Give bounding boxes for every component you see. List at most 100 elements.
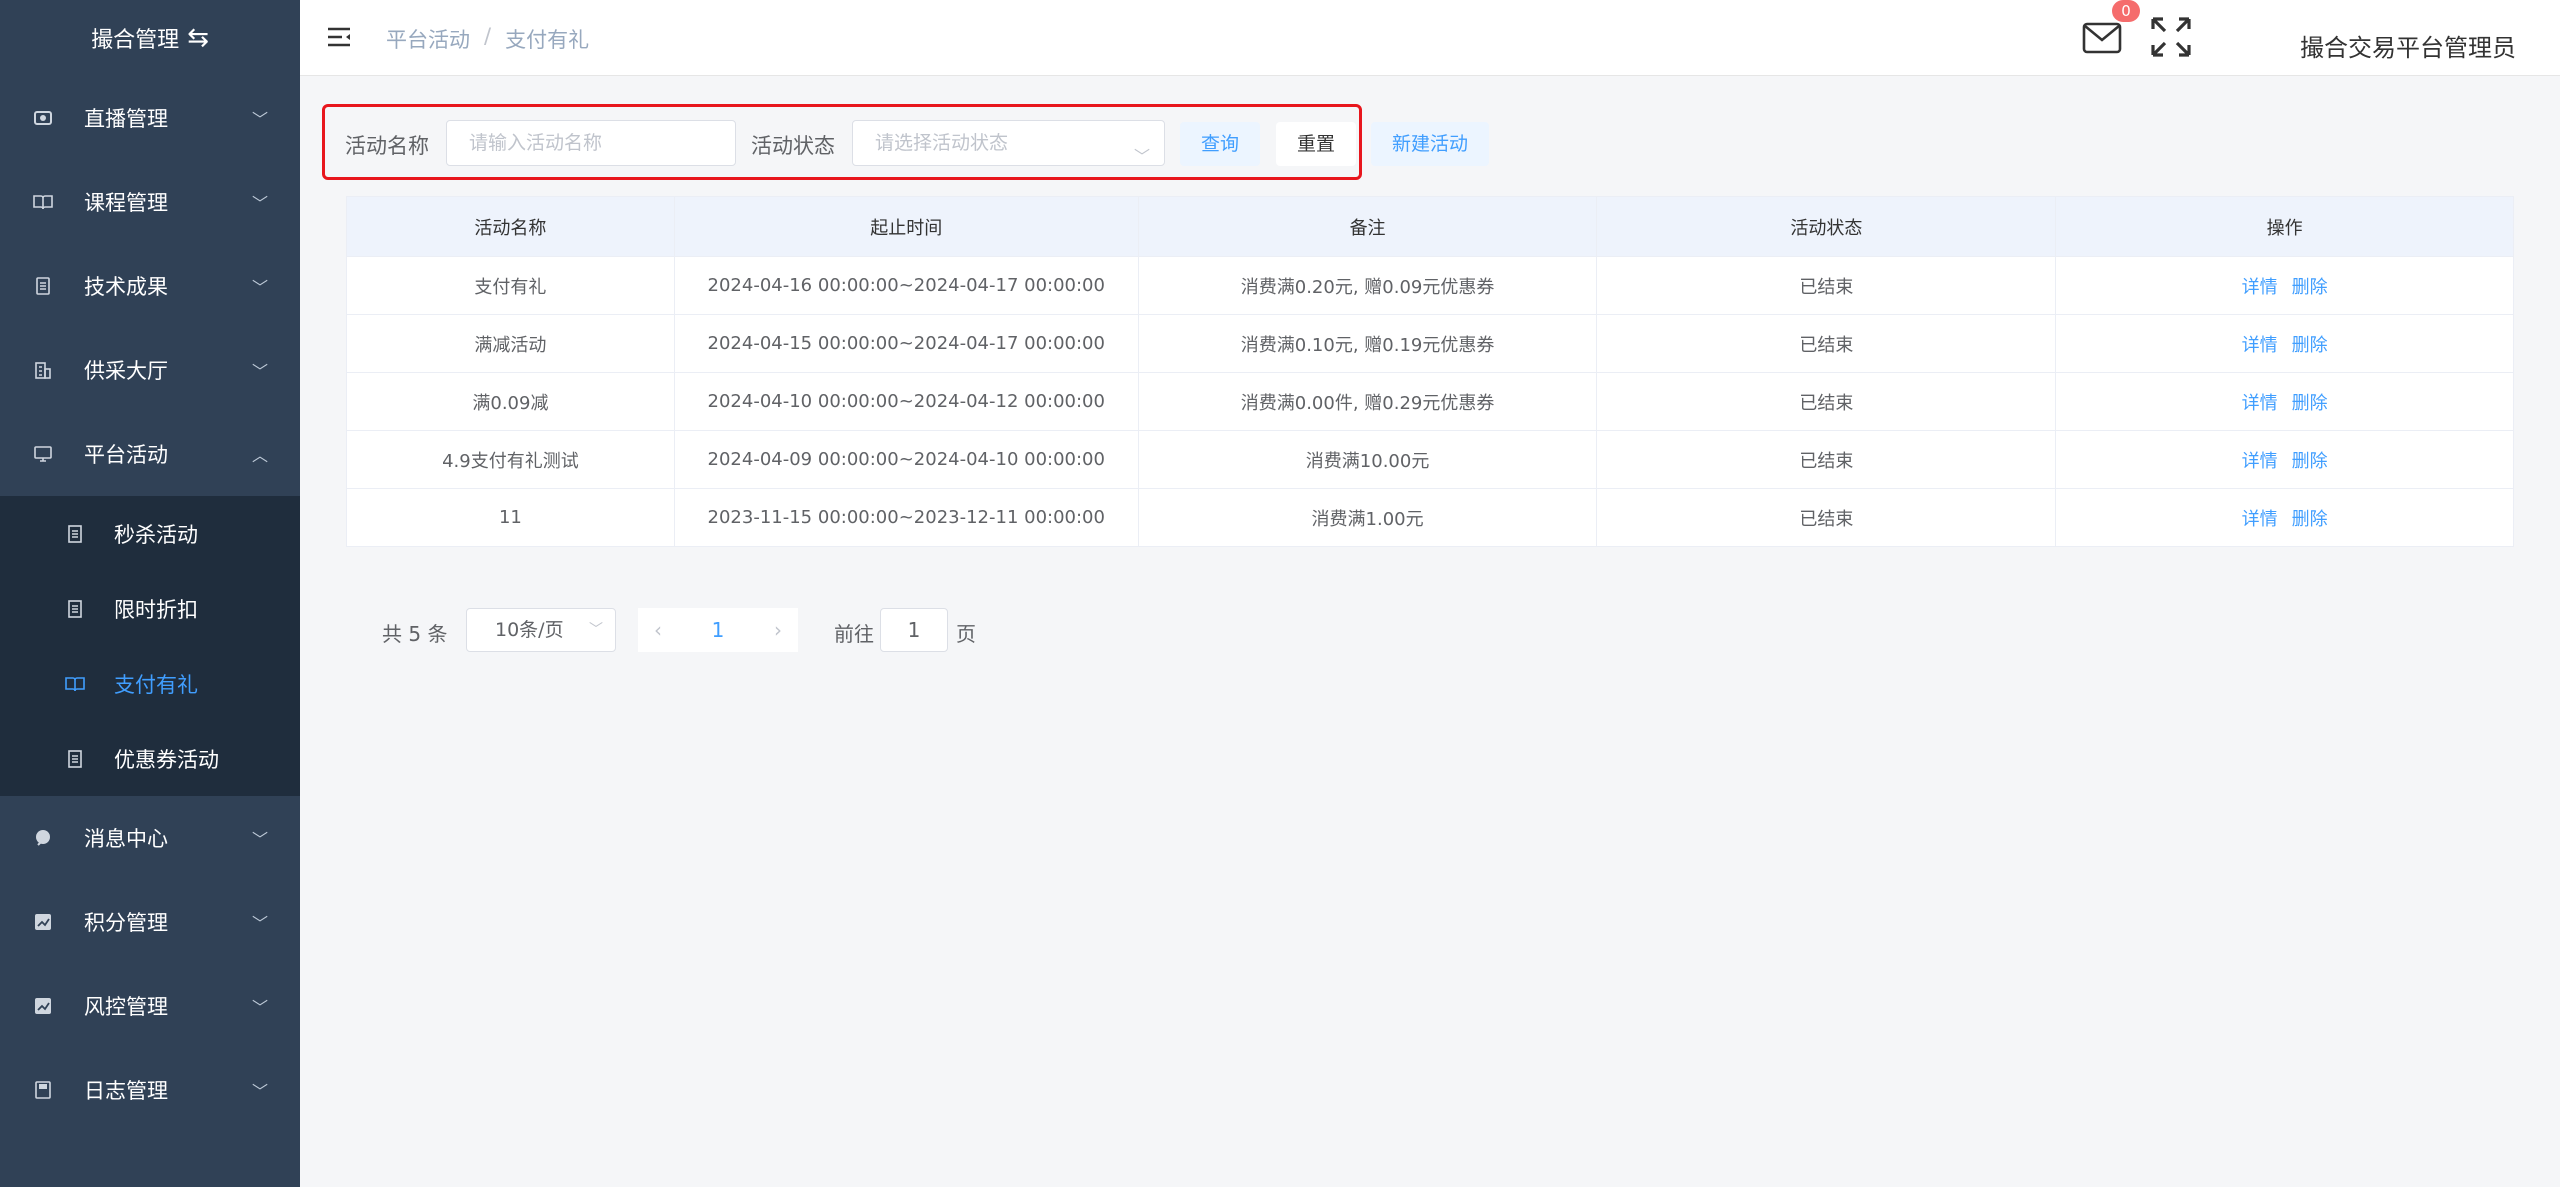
sidebar-item-course[interactable]: 课程管理 ﹀: [0, 160, 300, 244]
page-suffix: 页: [956, 622, 976, 646]
sidebar-item-label: 供采大厅: [84, 359, 168, 383]
chevron-down-icon: ﹀: [251, 110, 268, 129]
sidebar-item-risk[interactable]: 风控管理 ﹀: [0, 964, 300, 1048]
cell-time: 2024-04-16 00:00:00~2024-04-17 00:00:00: [674, 256, 1139, 315]
prev-page-button[interactable]: ‹: [638, 608, 678, 652]
sidebar-item-coupon[interactable]: 优惠券活动: [0, 721, 300, 796]
activity-name-input[interactable]: 请输入活动名称: [446, 120, 736, 166]
delete-link[interactable]: 删除: [2292, 451, 2328, 472]
cell-status: 已结束: [1596, 314, 2057, 373]
sidebar-item-platform-activity[interactable]: 平台活动 ︿: [0, 412, 300, 496]
breadcrumb: 平台活动 / 支付有礼: [386, 24, 589, 54]
column-header: 备注: [1138, 196, 1598, 257]
delete-link[interactable]: 删除: [2292, 509, 2328, 530]
book-icon: [32, 191, 54, 213]
sidebar-item-supply[interactable]: 供采大厅 ﹀: [0, 328, 300, 412]
page-size-select[interactable]: 10条/页 ﹀: [466, 608, 616, 652]
next-page-button[interactable]: ›: [758, 608, 798, 652]
cell-actions: 详情 删除: [2055, 430, 2514, 489]
switch-icon[interactable]: ⇆: [187, 23, 209, 53]
breadcrumb-separator: /: [484, 24, 492, 48]
menu-toggle-icon[interactable]: [326, 24, 352, 50]
activity-status-select[interactable]: 请选择活动状态 ﹀: [852, 120, 1165, 166]
cell-name: 满0.09减: [346, 372, 675, 431]
delete-link[interactable]: 删除: [2292, 335, 2328, 356]
table-row: 11 2023-11-15 00:00:00~2023-12-11 00:00:…: [346, 488, 2514, 547]
mail-icon[interactable]: [2082, 20, 2122, 56]
chart-icon: [32, 911, 54, 933]
sidebar-item-label: 秒杀活动: [114, 522, 198, 547]
activity-status-label: 活动状态: [751, 134, 835, 158]
username[interactable]: 撮合交易平台管理员: [2300, 28, 2516, 63]
cell-actions: 详情 删除: [2055, 488, 2514, 547]
sidebar-item-label: 平台活动: [84, 443, 168, 467]
cell-note: 消费满1.00元: [1138, 488, 1598, 547]
chevron-down-icon: ﹀: [251, 278, 268, 297]
cell-time: 2024-04-09 00:00:00~2024-04-10 00:00:00: [674, 430, 1139, 489]
fullscreen-icon[interactable]: [2150, 16, 2192, 58]
document-icon: [64, 523, 86, 545]
delete-link[interactable]: 删除: [2292, 393, 2328, 414]
chevron-down-icon: ﹀: [251, 914, 268, 933]
query-button[interactable]: 查询: [1180, 122, 1260, 166]
sidebar-item-label: 日志管理: [84, 1079, 168, 1103]
delete-link[interactable]: 删除: [2292, 277, 2328, 298]
table-row: 支付有礼 2024-04-16 00:00:00~2024-04-17 00:0…: [346, 256, 2514, 315]
cell-status: 已结束: [1596, 488, 2057, 547]
sidebar: 撮合管理 ⇆ 直播管理 ﹀ 课程管理 ﹀ 技术成果 ﹀ 供采大厅 ﹀ 平台活动: [0, 0, 300, 1187]
cell-time: 2024-04-10 00:00:00~2024-04-12 00:00:00: [674, 372, 1139, 431]
submenu-platform-activity: 秒杀活动 限时折扣 支付有礼 优惠券活动: [0, 496, 300, 796]
cell-status: 已结束: [1596, 372, 2057, 431]
chevron-up-icon: ︿: [251, 446, 268, 465]
cell-time: 2023-11-15 00:00:00~2023-12-11 00:00:00: [674, 488, 1139, 547]
sidebar-item-limited-discount[interactable]: 限时折扣: [0, 571, 300, 646]
sidebar-item-label: 优惠券活动: [114, 747, 219, 772]
sidebar-item-label: 支付有礼: [114, 672, 198, 697]
sidebar-item-log[interactable]: 日志管理 ﹀: [0, 1048, 300, 1132]
building-icon: [32, 359, 54, 381]
sidebar-item-label: 积分管理: [84, 911, 168, 935]
detail-link[interactable]: 详情: [2242, 509, 2278, 530]
document-icon: [32, 275, 54, 297]
sidebar-item-message[interactable]: 消息中心 ﹀: [0, 796, 300, 880]
breadcrumb-item[interactable]: 平台活动: [386, 24, 470, 54]
chevron-down-icon: ﹀: [251, 362, 268, 381]
sidebar-item-points[interactable]: 积分管理 ﹀: [0, 880, 300, 964]
notification-badge: 0: [2112, 0, 2140, 22]
table-row: 4.9支付有礼测试 2024-04-09 00:00:00~2024-04-10…: [346, 430, 2514, 489]
detail-link[interactable]: 详情: [2242, 451, 2278, 472]
chevron-down-icon: ﹀: [251, 194, 268, 213]
chat-icon: [32, 827, 54, 849]
sidebar-item-label: 限时折扣: [114, 597, 198, 622]
table-row: 满0.09减 2024-04-10 00:00:00~2024-04-12 00…: [346, 372, 2514, 431]
chevron-down-icon: ﹀: [589, 622, 603, 638]
top-header: 平台活动 / 支付有礼 0 撮合交易平台管理员: [300, 0, 2560, 76]
chevron-down-icon: ﹀: [1133, 147, 1150, 166]
reset-button[interactable]: 重置: [1276, 122, 1356, 166]
sidebar-item-label: 消息中心: [84, 827, 168, 851]
activity-name-label: 活动名称: [345, 134, 429, 158]
cell-time: 2024-04-15 00:00:00~2024-04-17 00:00:00: [674, 314, 1139, 373]
detail-link[interactable]: 详情: [2242, 335, 2278, 356]
detail-link[interactable]: 详情: [2242, 277, 2278, 298]
sidebar-item-flash-sale[interactable]: 秒杀活动: [0, 496, 300, 571]
breadcrumb-current: 支付有礼: [505, 28, 590, 52]
chevron-down-icon: ﹀: [251, 1082, 268, 1101]
goto-page-input[interactable]: 1: [880, 608, 948, 652]
sidebar-item-tech[interactable]: 技术成果 ﹀: [0, 244, 300, 328]
sidebar-item-label: 直播管理: [84, 107, 168, 131]
detail-link[interactable]: 详情: [2242, 393, 2278, 414]
current-page-number[interactable]: 1: [678, 608, 758, 652]
table-header-row: 活动名称 起止时间 备注 活动状态 操作: [346, 196, 2514, 257]
table-row: 满减活动 2024-04-15 00:00:00~2024-04-17 00:0…: [346, 314, 2514, 373]
goto-label: 前往: [834, 622, 874, 646]
cell-actions: 详情 删除: [2055, 372, 2514, 431]
page-size-value: 10条/页: [495, 619, 564, 641]
sidebar-item-label: 课程管理: [84, 191, 168, 215]
new-activity-button[interactable]: 新建活动: [1371, 122, 1489, 166]
sidebar-item-live[interactable]: 直播管理 ﹀: [0, 76, 300, 160]
brand-title: 撮合管理: [91, 28, 180, 53]
avatar[interactable]: [2242, 12, 2284, 68]
sidebar-item-pay-gift[interactable]: 支付有礼: [0, 646, 300, 721]
document-icon: [64, 748, 86, 770]
